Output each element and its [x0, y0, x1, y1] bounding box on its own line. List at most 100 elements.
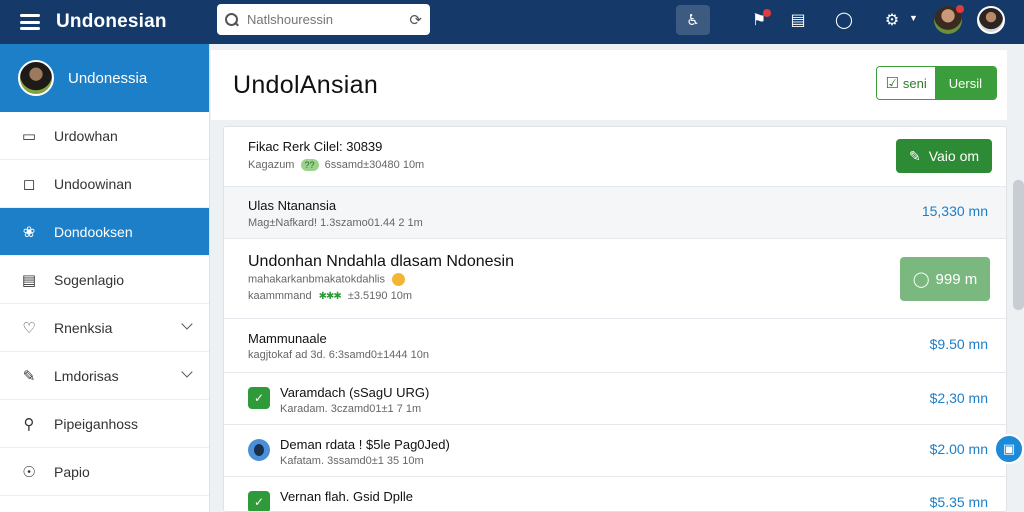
page-title: UndolAnsian — [233, 70, 379, 99]
user-avatar[interactable] — [977, 6, 1005, 34]
list-item[interactable]: ✓ Vernan flah. Gsid Dplle $5.35 mn — [224, 477, 1006, 511]
sidebar-item-label: Dondooksen — [54, 223, 133, 240]
user-button[interactable]: Uersil — [934, 67, 996, 99]
action-button-label: 999 m — [935, 270, 978, 288]
item-title: Fikac Rerk Cilel: 30839 — [248, 139, 383, 154]
menu-icon[interactable] — [20, 14, 40, 30]
item-subtitle: mahakarkanbmakatokdahlis — [248, 273, 406, 286]
sidebar-item-3[interactable]: ❀ Dondooksen — [0, 208, 209, 256]
item-amount: $5.35 mn — [929, 494, 988, 510]
document-icon: ◻ — [22, 175, 36, 193]
key-icon: ⚲ — [23, 415, 35, 433]
notifications-icon[interactable]: ⚑ — [747, 8, 771, 32]
item-meta-line: kaammmand ✱✱✱ ±3.5190 10m — [248, 290, 412, 302]
chat-icon: ▣ — [1002, 441, 1016, 456]
sidebar-item-label: Sogenlagio — [54, 271, 125, 288]
item-amount: $2,30 mn — [929, 390, 988, 406]
lock-icon: ◯ — [912, 271, 930, 288]
pen-icon: ✎ — [908, 147, 921, 164]
group-icon: ❀ — [22, 223, 36, 241]
brand-title: Undonesian — [56, 11, 167, 32]
search-box: ⟳ — [217, 4, 430, 35]
item-subtitle: Karadam. 3czamd01±1 7 1m — [280, 403, 422, 415]
chevron-down-icon[interactable]: ▼ — [909, 13, 918, 23]
globe-icon: ☉ — [22, 463, 36, 481]
top-bar: Undonesian ⟳ ♿ ⚑ ▤ ◯ ⚙ ▼ — [0, 0, 1024, 44]
select-button[interactable]: ☑ seni — [877, 67, 935, 99]
checkbox-icon: ☑ — [885, 75, 899, 92]
emoji-icon — [392, 273, 406, 286]
list-item[interactable]: Fikac Rerk Cilel: 30839 Kagazum ?? 6ssam… — [224, 127, 1006, 187]
avatar-status-dot — [956, 5, 964, 13]
list-item[interactable]: Deman rdata ! $5le Pag0Jed) Kafatam. 3ss… — [224, 425, 1006, 477]
sidebar-item-label: Pipeiganhoss — [54, 415, 139, 432]
item-subtitle: Kafatam. 3ssamd0±1 35 10m — [280, 455, 424, 467]
item-prefix: Kagazum — [248, 159, 295, 171]
sidebar-user-name: Undonessia — [68, 69, 148, 87]
sidebar-item-4[interactable]: ▤ Sogenlagio — [0, 256, 209, 304]
avatar[interactable] — [934, 5, 964, 34]
list-item[interactable]: Undonhan Nndahla dlasam Ndonesin mahakar… — [224, 239, 1006, 319]
tag-pill: ?? — [300, 159, 319, 172]
view-button[interactable]: ✎ Vaio om — [896, 139, 992, 173]
list-item[interactable]: ✓ Varamdach (sSagU URG) Karadam. 3czamd0… — [224, 373, 1006, 425]
badge-icon: ▤ — [21, 271, 37, 289]
sidebar-item-label: Undoowinan — [54, 175, 132, 192]
sidebar-item-2[interactable]: ◻ Undoowinan — [0, 160, 209, 208]
sidebar-item-label: Urdowhan — [54, 127, 118, 144]
sidebar-item-label: Lmdorisas — [54, 367, 119, 384]
item-amount: 15,330 mn — [921, 203, 988, 219]
item-amount: $9.50 mn — [929, 336, 988, 352]
notification-dot — [763, 9, 771, 17]
refresh-icon[interactable]: ⟳ — [409, 11, 422, 29]
accessibility-button[interactable]: ♿ — [676, 5, 710, 35]
bulb-icon[interactable]: ◯ — [832, 8, 856, 32]
sidebar-profile[interactable]: Undonessia — [0, 44, 209, 112]
chevron-down-icon[interactable] — [181, 318, 193, 330]
item-title: Ulas Ntanansia — [248, 198, 337, 213]
accessibility-icon: ♿ — [686, 12, 700, 29]
sidebar-item-8[interactable]: ☉ Papio — [0, 448, 209, 496]
item-prefix: kaammmand — [248, 290, 312, 302]
item-title: Mammunaale — [248, 331, 327, 346]
sidebar-item-1[interactable]: ▭ Urdowhan — [0, 112, 209, 160]
scrollbar[interactable] — [1013, 180, 1024, 310]
item-meta: mahakarkanbmakatokdahlis — [248, 273, 385, 286]
search-input[interactable] — [247, 12, 410, 27]
select-button-label: seni — [902, 75, 927, 91]
action-button[interactable]: ◯ 999 m — [900, 257, 990, 301]
user-button-label: Uersil — [948, 75, 982, 91]
avatar-icon — [248, 439, 270, 461]
search-icon — [225, 12, 239, 27]
page-header: UndolAnsian ☑ seni Uersil — [211, 50, 1007, 120]
check-icon: ✓ — [248, 491, 270, 511]
view-button-label: Vaio om — [928, 148, 980, 164]
item-subtitle: Kagazum ?? 6ssamd±30480 10m — [248, 159, 425, 172]
heart-icon: ♡ — [22, 319, 36, 337]
sidebar-item-6[interactable]: ✎ Lmdorisas — [0, 352, 209, 400]
item-meta: ±3.5190 10m — [347, 290, 412, 302]
item-subtitle: Mag±Nafkard! 1.3szamo01.44 2 1m — [248, 217, 423, 229]
transaction-list: Fikac Rerk Cilel: 30839 Kagazum ?? 6ssam… — [223, 126, 1007, 512]
item-title: Deman rdata ! $5le Pag0Jed) — [280, 437, 450, 452]
sidebar: Undonessia ▭ Urdowhan ◻ Undoowinan ❀ Don… — [0, 44, 210, 512]
split-button: ☑ seni Uersil — [876, 66, 997, 100]
item-title: Varamdach (sSagU URG) — [280, 385, 430, 400]
chat-button[interactable]: ▣ — [994, 434, 1024, 464]
list-item[interactable]: Mammunaale kagjtokaf ad 3d. 6:3samd0±144… — [224, 319, 1006, 373]
item-title: Vernan flah. Gsid Dplle — [280, 489, 413, 504]
check-icon: ✓ — [248, 387, 270, 409]
sidebar-item-7[interactable]: ⚲ Pipeiganhoss — [0, 400, 209, 448]
list-item[interactable]: Ulas Ntanansia Mag±Nafkard! 1.3szamo01.4… — [224, 187, 1006, 239]
chevron-down-icon[interactable] — [181, 366, 193, 378]
item-title: Undonhan Nndahla dlasam Ndonesin — [248, 253, 514, 270]
window-icon: ▭ — [21, 127, 37, 145]
sidebar-avatar — [18, 60, 54, 96]
sidebar-item-5[interactable]: ♡ Rnenksia — [0, 304, 209, 352]
gear-icon[interactable]: ⚙ — [880, 8, 904, 32]
main-content: UndolAnsian ☑ seni Uersil Fikac Rerk Cil… — [211, 44, 1024, 512]
item-meta: 6ssamd±30480 10m — [324, 159, 425, 171]
rating-stars-icon: ✱✱✱ — [318, 291, 342, 302]
tv-icon[interactable]: ▤ — [786, 8, 810, 32]
item-amount: $2.00 mn — [929, 441, 988, 457]
